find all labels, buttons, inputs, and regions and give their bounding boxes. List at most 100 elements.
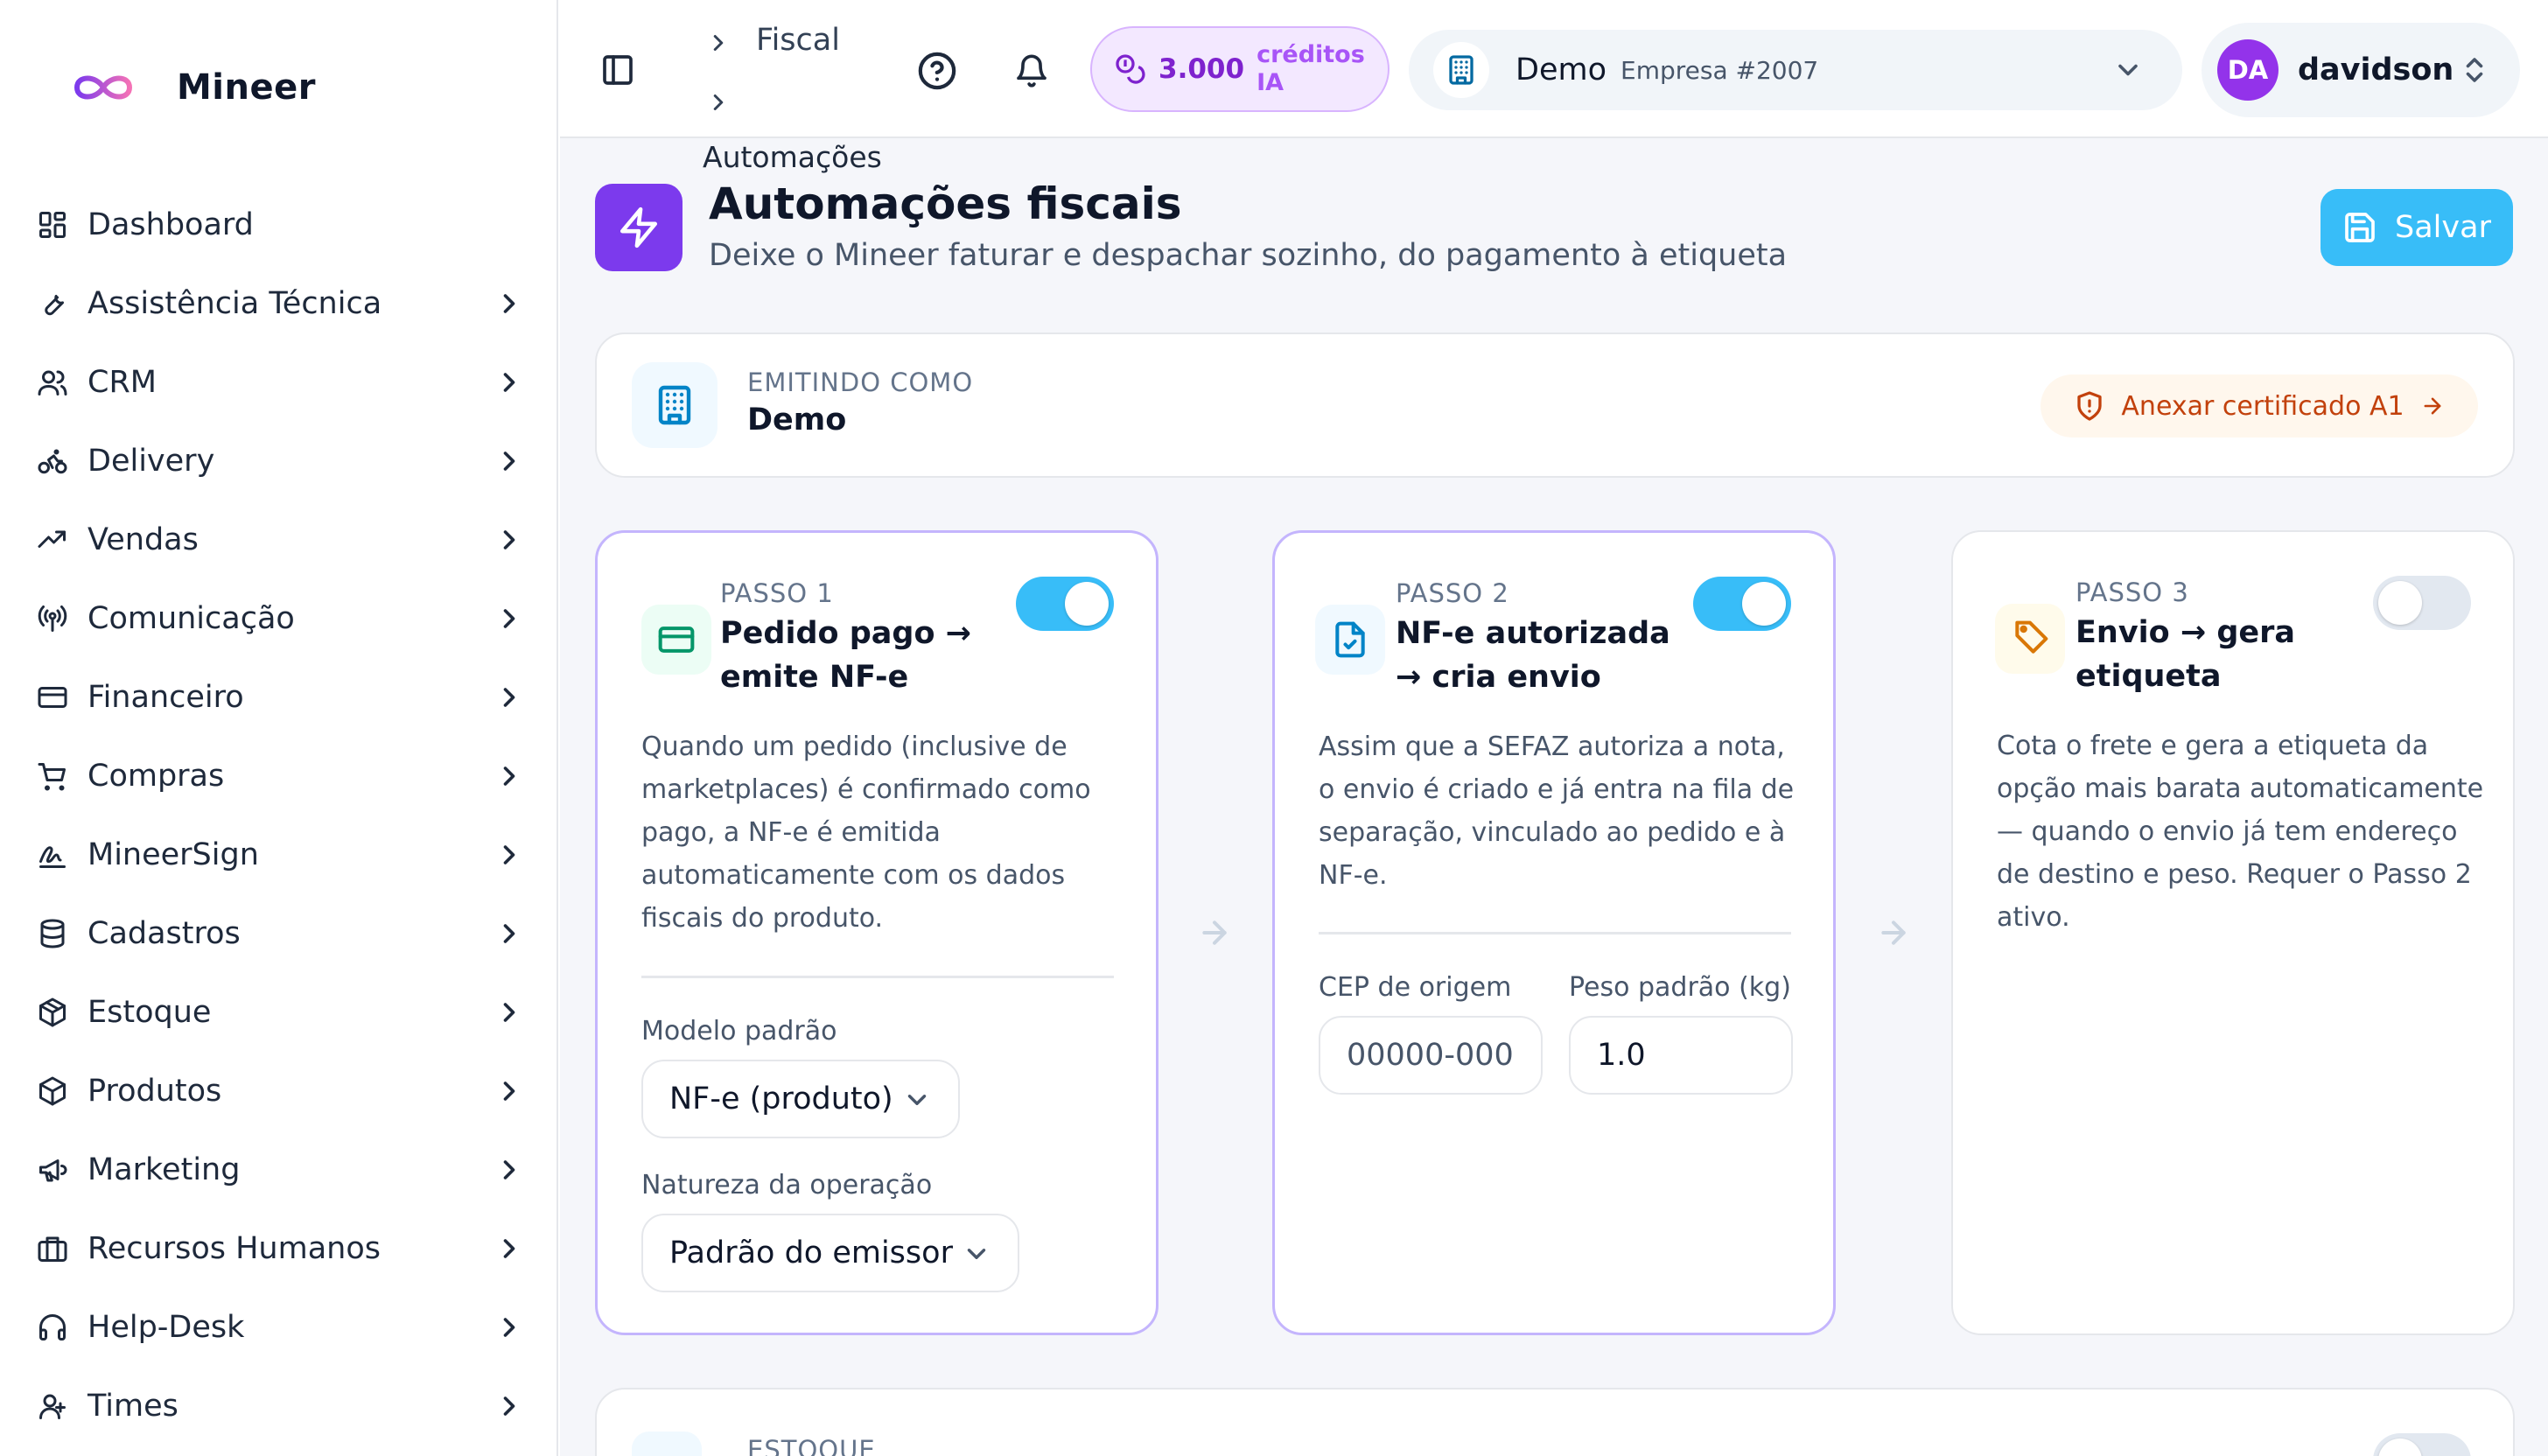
help-button[interactable] bbox=[915, 49, 959, 93]
bell-icon bbox=[1017, 54, 1046, 88]
stock-card: ESTOQUE bbox=[595, 1388, 2515, 1456]
sidebar-item-label: Vendas bbox=[88, 522, 199, 557]
sidebar-item-label: Estoque bbox=[88, 995, 212, 1030]
trending-up-icon bbox=[35, 522, 70, 557]
save-button[interactable]: Salvar bbox=[2320, 189, 2513, 266]
step-title: Pedido pago → emite NF-e bbox=[720, 616, 972, 695]
default-model-label: Modelo padrão bbox=[641, 1016, 837, 1046]
sidebar-item-recursos-humanos[interactable]: Recursos Humanos bbox=[0, 1209, 558, 1288]
save-button-label: Salvar bbox=[2395, 210, 2491, 245]
credits-amount: 3.000 bbox=[1158, 53, 1245, 85]
chevrons-up-down-icon bbox=[2459, 54, 2490, 86]
sidebar-item-label: Assistência Técnica bbox=[88, 286, 382, 321]
sidebar-item-help-desk[interactable]: Help-Desk bbox=[0, 1288, 558, 1367]
arrow-right-icon bbox=[1197, 915, 1232, 950]
cart-icon bbox=[35, 759, 70, 794]
brand[interactable]: Mineer bbox=[70, 60, 316, 116]
credits-label: créditos IA bbox=[1256, 41, 1365, 96]
topbar: Fiscal 3.000 créditos IA Demo Empresa #2… bbox=[560, 0, 2548, 138]
sidebar-item-label: Marketing bbox=[88, 1152, 241, 1187]
step-1-toggle[interactable] bbox=[1016, 577, 1114, 631]
breadcrumb-fiscal[interactable]: Fiscal bbox=[756, 23, 840, 58]
sidebar-item-estoque[interactable]: Estoque bbox=[0, 973, 558, 1052]
issuer-label: EMITINDO COMO bbox=[747, 368, 974, 397]
sidebar-item-mineersign[interactable]: MineerSign bbox=[0, 816, 558, 894]
tag-icon bbox=[1995, 604, 2065, 674]
company-name: Demo bbox=[1516, 52, 1606, 88]
users-icon bbox=[35, 365, 70, 400]
save-icon bbox=[2345, 213, 2375, 242]
step-2-toggle[interactable] bbox=[1693, 577, 1791, 631]
shield-alert-icon bbox=[2077, 391, 2103, 421]
chevron-right-icon bbox=[494, 997, 525, 1028]
default-weight-label: Peso padrão (kg) bbox=[1569, 972, 1791, 1003]
chevron-right-icon bbox=[494, 1312, 525, 1343]
operation-nature-label: Natureza da operação bbox=[641, 1170, 933, 1200]
sidebar-item-label: MineerSign bbox=[88, 837, 259, 872]
sidebar-item-label: Produtos bbox=[88, 1074, 222, 1109]
sidebar-item-assistencia-tecnica[interactable]: Assistência Técnica bbox=[0, 264, 558, 343]
sidebar-item-label: Dashboard bbox=[88, 207, 254, 242]
box-icon bbox=[35, 1074, 70, 1109]
divider bbox=[1319, 932, 1791, 934]
chevron-right-icon bbox=[494, 682, 525, 713]
sidebar-item-label: Help-Desk bbox=[88, 1310, 245, 1345]
sidebar-item-dashboard[interactable]: Dashboard bbox=[0, 186, 558, 264]
chevron-down-icon bbox=[2112, 54, 2144, 86]
attach-certificate-label: Anexar certificado A1 bbox=[2121, 390, 2404, 422]
default-model-select[interactable]: NF-e (produto) bbox=[641, 1060, 960, 1138]
select-value: NF-e (produto) bbox=[669, 1082, 893, 1116]
ai-credits-badge[interactable]: 3.000 créditos IA bbox=[1090, 26, 1390, 112]
sidebar-item-financeiro[interactable]: Financeiro bbox=[0, 658, 558, 737]
toggle-knob bbox=[1065, 582, 1109, 626]
stock-toggle[interactable] bbox=[2373, 1433, 2471, 1456]
chevron-down-icon bbox=[907, 1095, 927, 1105]
brand-name: Mineer bbox=[177, 67, 316, 108]
file-check-icon bbox=[1315, 605, 1385, 675]
origin-cep-input[interactable] bbox=[1319, 1016, 1543, 1095]
breadcrumb-chevron-icon bbox=[705, 30, 732, 56]
chevron-right-icon bbox=[494, 1154, 525, 1186]
step-description: Cota o frete e gera a etiqueta da opção … bbox=[1997, 731, 2484, 933]
megaphone-icon bbox=[35, 1152, 70, 1187]
user-name: davidson bbox=[2298, 52, 2454, 88]
sidebar-item-times[interactable]: Times bbox=[0, 1367, 558, 1446]
chevron-right-icon bbox=[494, 1233, 525, 1264]
sidebar-item-cadastros[interactable]: Cadastros bbox=[0, 894, 558, 973]
main-content: Fiscal 3.000 créditos IA Demo Empresa #2… bbox=[560, 0, 2548, 1456]
sidebar-item-label: Compras bbox=[88, 759, 225, 794]
arrow-right-icon bbox=[1876, 915, 1911, 950]
notifications-button[interactable] bbox=[1010, 49, 1054, 93]
sidebar-item-label: Recursos Humanos bbox=[88, 1231, 381, 1266]
sidebar-toggle-button[interactable] bbox=[598, 51, 637, 89]
user-menu[interactable]: DA davidson bbox=[2202, 23, 2520, 117]
help-circle-icon bbox=[918, 52, 956, 90]
step-description: Assim que a SEFAZ autoriza a nota, o env… bbox=[1319, 732, 1795, 891]
step-3-toggle[interactable] bbox=[2373, 576, 2471, 630]
coins-icon bbox=[1116, 54, 1145, 84]
step-card-3: PASSO 3 Envio → gera etiqueta Cota o fre… bbox=[1951, 530, 2515, 1335]
chevron-right-icon bbox=[494, 1075, 525, 1107]
sidebar-item-vendas[interactable]: Vendas bbox=[0, 500, 558, 579]
breadcrumb-automacoes[interactable]: Automações bbox=[703, 140, 882, 174]
avatar: DA bbox=[2217, 39, 2278, 101]
default-weight-input[interactable] bbox=[1569, 1016, 1793, 1095]
step-card-1: PASSO 1 Pedido pago → emite NF-e Quando … bbox=[595, 530, 1158, 1335]
sidebar-item-delivery[interactable]: Delivery bbox=[0, 422, 558, 500]
page-subtitle: Deixe o Mineer faturar e despachar sozin… bbox=[709, 238, 1788, 273]
sidebar-item-marketing[interactable]: Marketing bbox=[0, 1130, 558, 1209]
chevron-right-icon bbox=[494, 839, 525, 871]
sidebar-item-label: Comunicação bbox=[88, 601, 295, 636]
sidebar-item-crm[interactable]: CRM bbox=[0, 343, 558, 422]
attach-certificate-button[interactable]: Anexar certificado A1 bbox=[2040, 374, 2478, 438]
sidebar-item-comunicacao[interactable]: Comunicação bbox=[0, 579, 558, 658]
sidebar-item-produtos[interactable]: Produtos bbox=[0, 1052, 558, 1130]
chevron-right-icon bbox=[494, 524, 525, 556]
radio-icon bbox=[35, 601, 70, 636]
chevron-right-icon bbox=[494, 918, 525, 949]
company-selector[interactable]: Demo Empresa #2007 bbox=[1409, 30, 2182, 110]
sidebar-item-compras[interactable]: Compras bbox=[0, 737, 558, 816]
operation-nature-select[interactable]: Padrão do emissor bbox=[641, 1214, 1019, 1292]
sidebar-item-label: CRM bbox=[88, 365, 157, 400]
chevron-right-icon bbox=[494, 367, 525, 398]
